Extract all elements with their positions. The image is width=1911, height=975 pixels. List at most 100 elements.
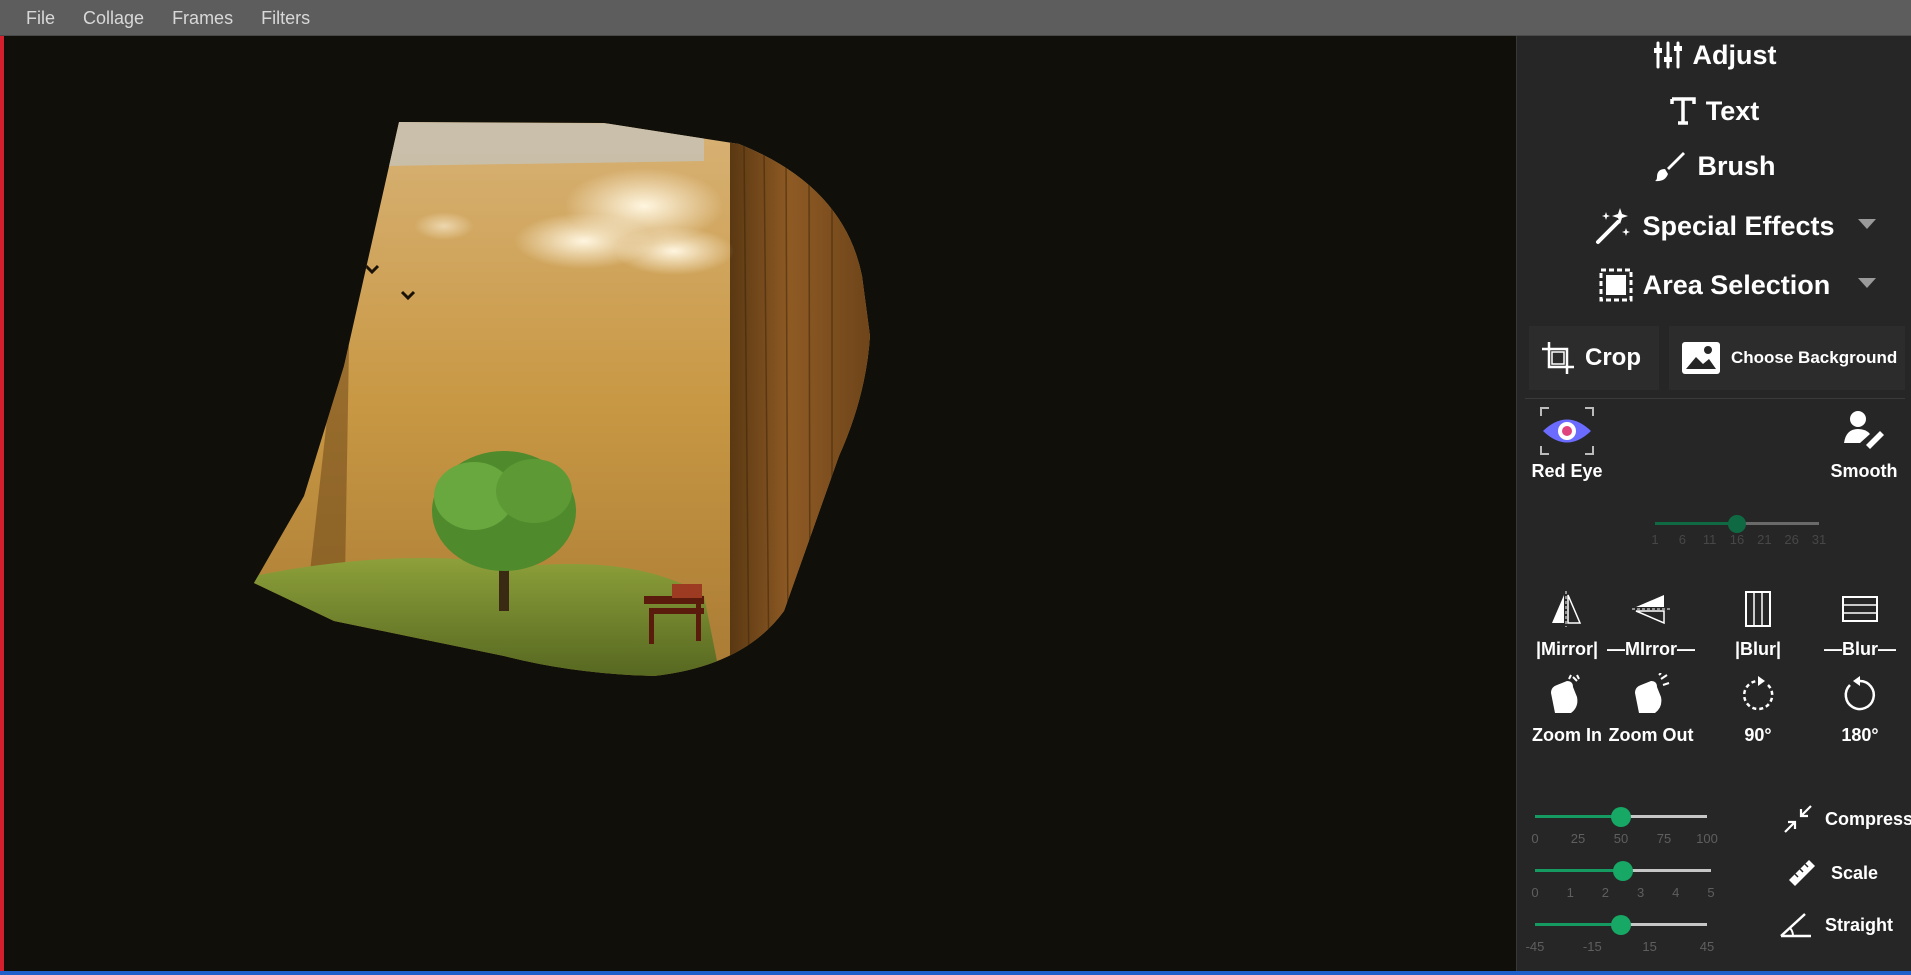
angle-icon: [1780, 913, 1811, 938]
blur-vertical-icon: [1745, 591, 1771, 627]
blur-horizontal-icon: [1842, 596, 1878, 622]
slider-tick-label: 6: [1678, 532, 1686, 547]
adjust-button[interactable]: Adjust: [1517, 30, 1911, 80]
slider-tick-label: -15: [1582, 939, 1602, 954]
red-eye-button[interactable]: Red Eye: [1517, 402, 1617, 482]
rotate-90-label: 90°: [1744, 725, 1772, 745]
person-smooth-icon: [1844, 411, 1884, 449]
compress-slider[interactable]: 0 25 50 75 100: [1531, 801, 1718, 846]
blur-vertical-button[interactable]: |Blur|: [1708, 580, 1808, 660]
slider-tick-label: -45: [1525, 939, 1545, 954]
slider-tick-label: 16: [1729, 532, 1745, 547]
slider-thumb[interactable]: [1613, 861, 1633, 881]
slider-tick-label: 2: [1601, 885, 1610, 900]
text-icon: [1669, 97, 1696, 125]
slider-tick-label: 45: [1699, 939, 1715, 954]
compress-arrows-icon: [1784, 805, 1812, 833]
slider-tick-label: 100: [1696, 831, 1718, 846]
special-effects-dropdown[interactable]: Special Effects: [1517, 201, 1911, 251]
crop-label: Crop: [1585, 344, 1641, 371]
window-edge-bottom: [0, 971, 1911, 975]
zoom-out-hand-icon: [1635, 673, 1670, 713]
menu-collage[interactable]: Collage: [69, 0, 158, 36]
mirror-vertical-icon: [1552, 591, 1582, 627]
choose-background-button[interactable]: Choose Background: [1669, 326, 1905, 390]
slider-thumb[interactable]: [1728, 515, 1746, 533]
brush-button[interactable]: Brush: [1517, 141, 1911, 191]
zoom-out-button[interactable]: Zoom Out: [1601, 666, 1701, 746]
slider-tick-label: 11: [1702, 532, 1717, 547]
slider-tick-label: 0: [1531, 831, 1539, 846]
slider-tick-label: 31: [1811, 532, 1827, 547]
smooth-button[interactable]: Smooth: [1814, 402, 1911, 482]
rotate-180-button[interactable]: 180°: [1810, 666, 1910, 746]
compress-button[interactable]: Compress: [1783, 804, 1911, 834]
adjust-label: Adjust: [1692, 39, 1777, 70]
straighten-slider[interactable]: -45 -15 15 45: [1526, 909, 1714, 954]
slider-tick-label: 75: [1656, 831, 1672, 846]
red-eye-icon: [1540, 407, 1594, 455]
mirror-horizontal-button[interactable]: —MIrror—: [1601, 580, 1701, 660]
smooth-slider[interactable]: 1 6 11 16 21 26 31: [1651, 508, 1826, 547]
slider-fill: [1535, 815, 1621, 818]
slider-tick-label: 1: [1566, 885, 1574, 900]
menu-file[interactable]: File: [12, 0, 69, 36]
rotate-90-icon: [1742, 676, 1774, 711]
scale-button[interactable]: Scale: [1785, 856, 1878, 890]
slider-tick-label: 1: [1651, 532, 1659, 547]
chevron-down-icon: [1858, 278, 1876, 288]
brush-icon: [1655, 152, 1686, 182]
rotate-180-label: 180°: [1841, 725, 1879, 745]
slider-fill: [1655, 522, 1737, 525]
straighten-button[interactable]: Straight: [1779, 910, 1893, 940]
window-edge-left: [0, 36, 4, 975]
slider-thumb[interactable]: [1611, 915, 1631, 935]
text-label: Text: [1705, 95, 1760, 126]
image-icon: [1682, 342, 1720, 374]
slider-tick-label: 25: [1570, 831, 1586, 846]
menu-frames[interactable]: Frames: [158, 0, 247, 36]
slider-fill: [1535, 869, 1623, 872]
straight-label: Straight: [1825, 914, 1894, 935]
zoom-in-hand-icon: [1551, 674, 1580, 713]
compress-label: Compress: [1825, 808, 1911, 829]
selection-icon: [1599, 268, 1633, 302]
blur-vertical-label: |Blur|: [1734, 639, 1782, 659]
blur-horizontal-button[interactable]: —Blur—: [1810, 580, 1910, 660]
mirror-horizontal-icon: [1632, 595, 1670, 625]
image-canvas[interactable]: [4, 36, 1516, 971]
slider-tick-label: 4: [1672, 885, 1680, 900]
text-button[interactable]: Text: [1517, 86, 1911, 136]
slider-tick-label: 5: [1707, 885, 1715, 900]
edited-photo: [254, 122, 870, 676]
ruler-icon: [1789, 860, 1815, 886]
slider-tick-label: 21: [1757, 532, 1772, 547]
area-selection-label: Area Selection: [1642, 269, 1831, 300]
slider-tick-label: 50: [1613, 831, 1629, 846]
menu-filters[interactable]: Filters: [247, 0, 324, 36]
special-effects-label: Special Effects: [1642, 210, 1835, 241]
slider-tick-label: 3: [1636, 885, 1645, 900]
chevron-down-icon: [1858, 219, 1876, 229]
crop-button[interactable]: Crop: [1529, 326, 1659, 390]
slider-thumb[interactable]: [1611, 807, 1631, 827]
blur-horizontal-label: —Blur—: [1824, 639, 1896, 659]
magic-wand-icon: [1596, 208, 1631, 244]
slider-tick-label: 0: [1531, 885, 1539, 900]
photo-editor-window: File Collage Frames Filters Adjust Text …: [0, 0, 1911, 975]
scale-label: Scale: [1831, 862, 1879, 883]
red-eye-label: Red Eye: [1531, 461, 1603, 481]
choose-background-label: Choose Background: [1731, 348, 1898, 367]
crop-icon: [1542, 342, 1574, 374]
rotate-180-icon: [1844, 676, 1876, 711]
scale-slider[interactable]: 0 1 2 3 4 5: [1531, 855, 1715, 900]
divider: [1525, 398, 1905, 399]
slider-fill: [1535, 923, 1621, 926]
area-selection-dropdown[interactable]: Area Selection: [1517, 260, 1911, 310]
slider-tick-label: 26: [1784, 532, 1799, 547]
zoom-out-label: Zoom Out: [1608, 725, 1694, 745]
brush-label: Brush: [1697, 150, 1776, 181]
rotate-90-button[interactable]: 90°: [1708, 666, 1808, 746]
slider-tick-label: 15: [1642, 939, 1657, 954]
tools-panel: Adjust Text Brush Special Effects Area S…: [1516, 36, 1911, 971]
